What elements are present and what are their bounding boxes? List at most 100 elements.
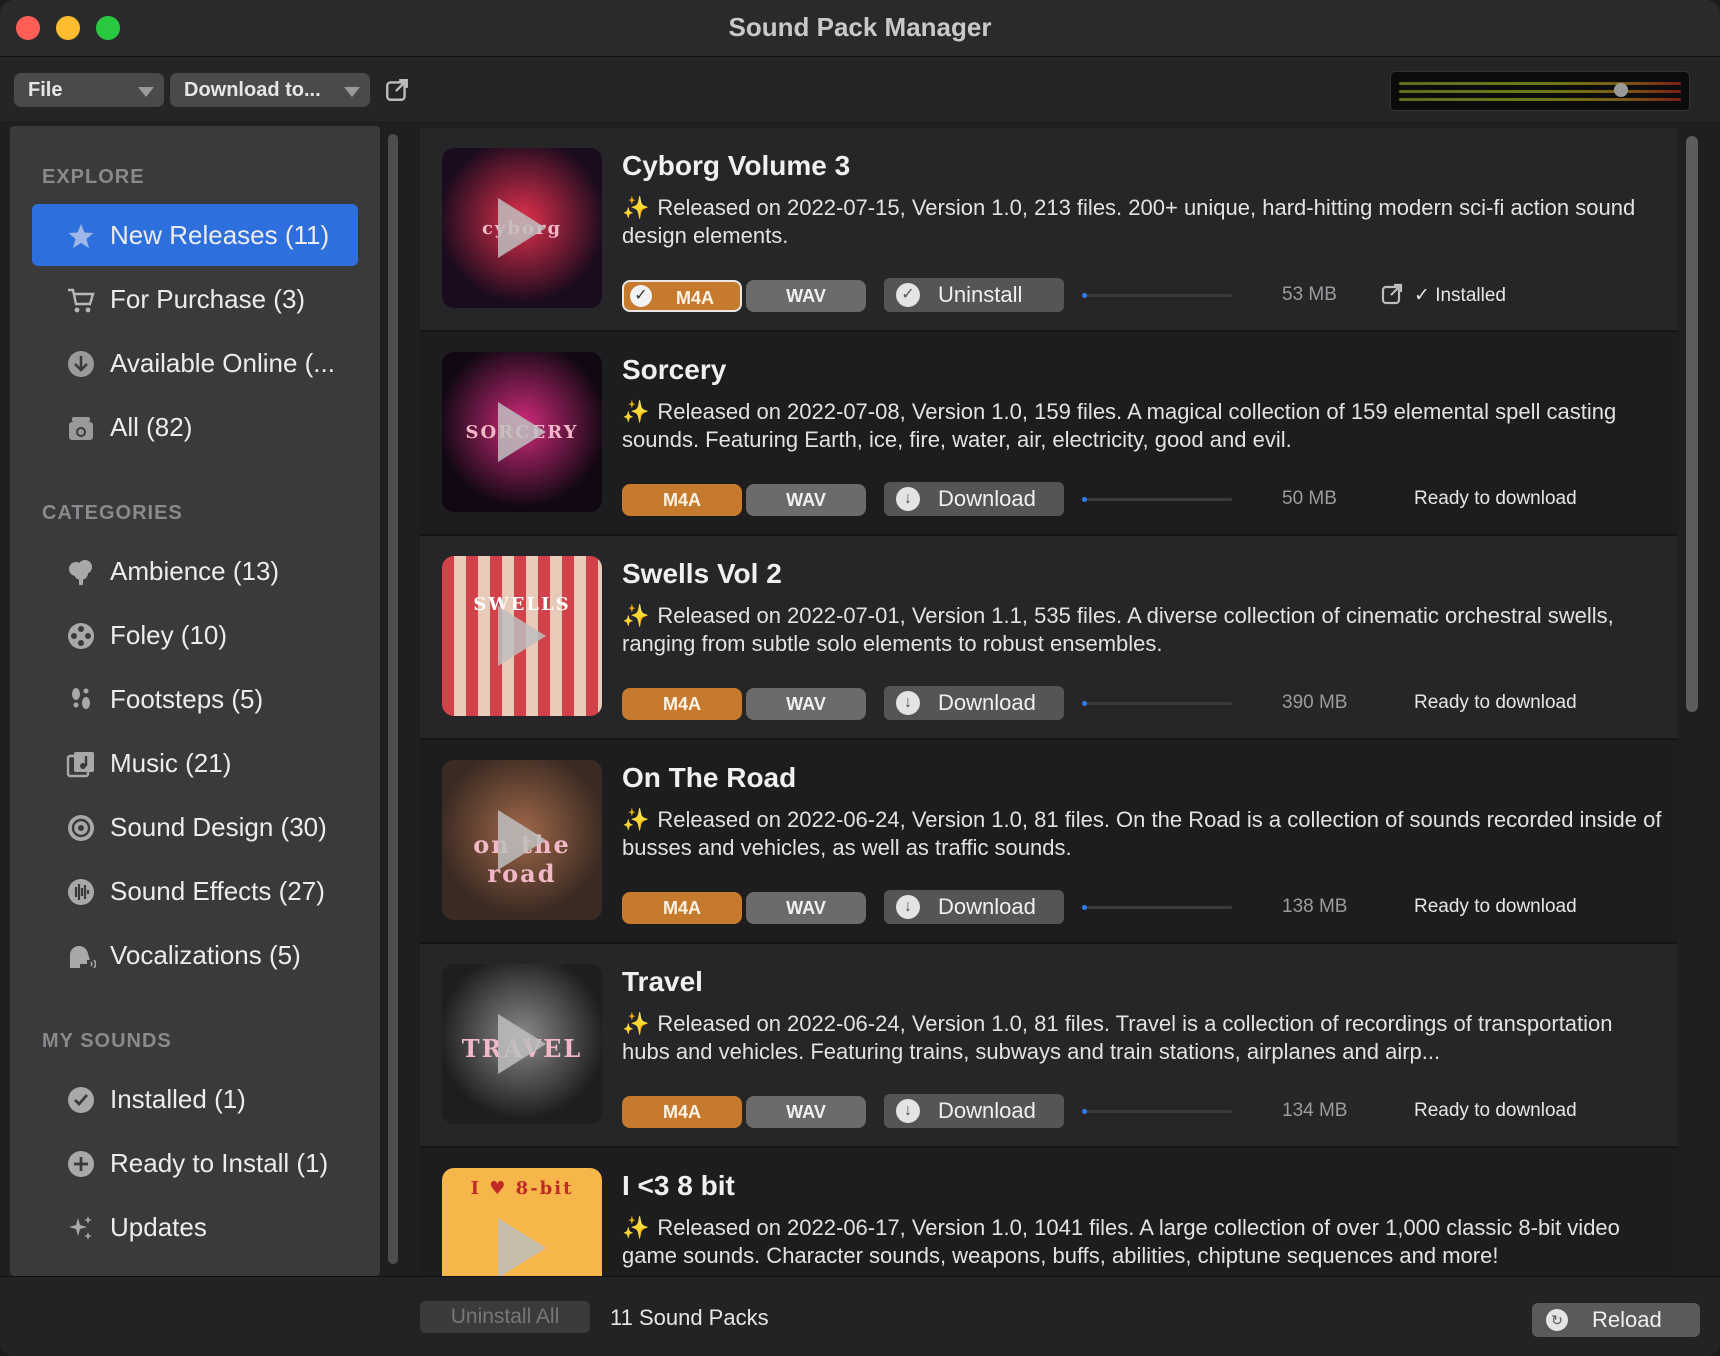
pack-artwork[interactable]: TRAVEL: [442, 964, 602, 1124]
pack-description-text: Released on 2022-06-24, Version 1.0, 81 …: [622, 807, 1662, 860]
download-button[interactable]: ↓ Download: [884, 482, 1064, 516]
format-m4a-toggle[interactable]: M4A: [622, 892, 742, 924]
sound-pack-row[interactable]: SWELLS Swells Vol 2 ✨ Released on 2022-07-0…: [420, 536, 1678, 740]
download-circle-icon: ↓: [896, 487, 920, 511]
sidebar-item-label: Sound Design (30): [110, 812, 327, 842]
uninstall-all-button[interactable]: Uninstall All: [420, 1301, 590, 1333]
sidebar-scrollbar[interactable]: [388, 134, 398, 1264]
format-m4a-toggle[interactable]: ✓ M4A: [622, 280, 742, 312]
reload-button[interactable]: ↻ Reload: [1532, 1303, 1700, 1337]
pack-description-text: Released on 2022-06-17, Version 1.0, 104…: [622, 1215, 1620, 1268]
sidebar-item-music[interactable]: Music (21): [32, 732, 358, 794]
format-wav-label: WAV: [786, 898, 826, 918]
pack-title: Swells Vol 2: [622, 558, 782, 589]
waveform-icon: [68, 879, 94, 905]
sidebar-item-all[interactable]: All (82): [32, 396, 358, 458]
film-reel-icon: [68, 623, 94, 649]
sound-pack-row[interactable]: TRAVEL Travel ✨ Released on 2022-06-24, Ver…: [420, 944, 1678, 1148]
format-m4a-toggle[interactable]: M4A: [622, 688, 742, 720]
list-scrollbar[interactable]: [1686, 136, 1698, 712]
download-button[interactable]: ↓ Download: [884, 1094, 1064, 1128]
download-button[interactable]: ↓ Download: [884, 686, 1064, 720]
sound-pack-row[interactable]: cyborg Cyborg Volume 3 ✨ Released on 2022-0…: [420, 128, 1678, 332]
pack-size: 134 MB: [1282, 1100, 1348, 1121]
pack-artwork-text: I ♥ 8-bit: [470, 1178, 574, 1199]
action-label: Download: [938, 1098, 1036, 1123]
sidebar-item-new-releases[interactable]: New Releases (11): [32, 204, 358, 266]
checkmark-circle-icon: [68, 1087, 94, 1113]
sidebar-item-for-purchase[interactable]: For Purchase (3): [32, 268, 358, 330]
cart-icon: [68, 288, 95, 313]
download-to-label: Download to...: [184, 79, 321, 101]
chevron-down-icon: [138, 87, 154, 97]
volume-knob[interactable]: [1614, 83, 1629, 97]
sparkles-icon: ✨: [622, 807, 650, 832]
sidebar-item-vocalizations[interactable]: Vocalizations (5): [32, 924, 358, 986]
sidebar-item-label: Ready to Install (1): [110, 1148, 329, 1178]
sidebar-item-ambience[interactable]: Ambience (13): [32, 540, 358, 602]
chevron-down-icon: [344, 87, 360, 97]
pack-size: 50 MB: [1282, 488, 1337, 509]
plus-circle-icon: [68, 1151, 94, 1177]
pack-status: Ready to download: [1414, 692, 1577, 713]
format-wav-toggle[interactable]: WAV: [746, 484, 866, 516]
head-voice-icon: [69, 945, 96, 969]
download-circle-icon: [68, 351, 94, 377]
sidebar-item-label: Available Online (...: [110, 348, 335, 378]
sidebar-item-sound-design[interactable]: Sound Design (30): [32, 796, 358, 858]
download-button[interactable]: ↓ Download: [884, 890, 1064, 924]
play-icon[interactable]: [498, 810, 546, 870]
play-icon[interactable]: [498, 198, 546, 258]
download-progress-bar: [1082, 701, 1232, 706]
format-wav-toggle[interactable]: WAV: [746, 688, 866, 720]
sidebar-item-foley[interactable]: Foley (10): [32, 604, 358, 666]
play-icon[interactable]: [498, 1218, 546, 1276]
archive-icon: [69, 417, 93, 440]
sidebar-item-updates[interactable]: Updates: [32, 1196, 358, 1258]
sound-pack-row[interactable]: I ♥ 8-bit I <3 8 bit ✨ Released on 2022-06-…: [420, 1148, 1678, 1276]
explore-header: EXPLORE: [42, 166, 145, 188]
progress-fill: [1082, 1109, 1087, 1114]
sidebar-item-label: Sound Effects (27): [110, 876, 325, 906]
download-to-dropdown[interactable]: Download to...: [170, 73, 370, 107]
pack-artwork[interactable]: SWELLS: [442, 556, 602, 716]
open-external-icon[interactable]: [384, 77, 410, 103]
star-icon: [68, 224, 94, 248]
volume-meter-slider[interactable]: [1390, 71, 1690, 111]
pack-artwork[interactable]: cyborg: [442, 148, 602, 308]
pack-size: 390 MB: [1282, 692, 1348, 713]
sidebar-item-available-online[interactable]: Available Online (...: [32, 332, 358, 394]
pack-title: Cyborg Volume 3: [622, 150, 851, 181]
sound-pack-row[interactable]: on the road On The Road ✨ Released on 2022-…: [420, 740, 1678, 944]
pack-description-text: Released on 2022-07-15, Version 1.0, 213…: [622, 195, 1636, 248]
speaker-icon: [68, 815, 94, 841]
file-dropdown[interactable]: File: [14, 73, 164, 107]
format-wav-toggle[interactable]: WAV: [746, 1096, 866, 1128]
sidebar-item-sound-effects[interactable]: Sound Effects (27): [32, 860, 358, 922]
sidebar-item-label: Footsteps (5): [110, 684, 264, 714]
window-title: Sound Pack Manager: [728, 12, 992, 42]
sidebar-item-footsteps[interactable]: Footsteps (5): [32, 668, 358, 730]
sidebar-item-ready-to-install[interactable]: Ready to Install (1): [32, 1132, 358, 1194]
play-icon[interactable]: [498, 606, 546, 666]
format-m4a-toggle[interactable]: M4A: [622, 1096, 742, 1128]
format-wav-label: WAV: [786, 694, 826, 714]
uninstall-button[interactable]: ✓ Uninstall: [884, 278, 1064, 312]
action-label: Uninstall: [938, 282, 1023, 307]
format-wav-toggle[interactable]: WAV: [746, 892, 866, 924]
open-external-icon[interactable]: [1380, 282, 1404, 306]
format-wav-toggle[interactable]: WAV: [746, 280, 866, 312]
sidebar-item-label: Installed (1): [110, 1084, 246, 1114]
pack-description: ✨ Released on 2022-06-24, Version 1.0, 81…: [622, 806, 1662, 862]
sound-pack-row[interactable]: SORCERY Sorcery ✨ Released on 2022-07-08, V…: [420, 332, 1678, 536]
play-icon[interactable]: [498, 1014, 546, 1074]
pack-artwork[interactable]: on the road: [442, 760, 602, 920]
checkmark-icon: ✓: [630, 285, 652, 307]
pack-artwork[interactable]: I ♥ 8-bit: [442, 1168, 602, 1276]
sidebar-item-installed[interactable]: Installed (1): [32, 1068, 358, 1130]
pack-artwork[interactable]: SORCERY: [442, 352, 602, 512]
format-m4a-toggle[interactable]: M4A: [622, 484, 742, 516]
file-dropdown-label: File: [28, 79, 63, 101]
play-icon[interactable]: [498, 402, 546, 462]
sidebar-item-label: Ambience (13): [110, 556, 280, 586]
